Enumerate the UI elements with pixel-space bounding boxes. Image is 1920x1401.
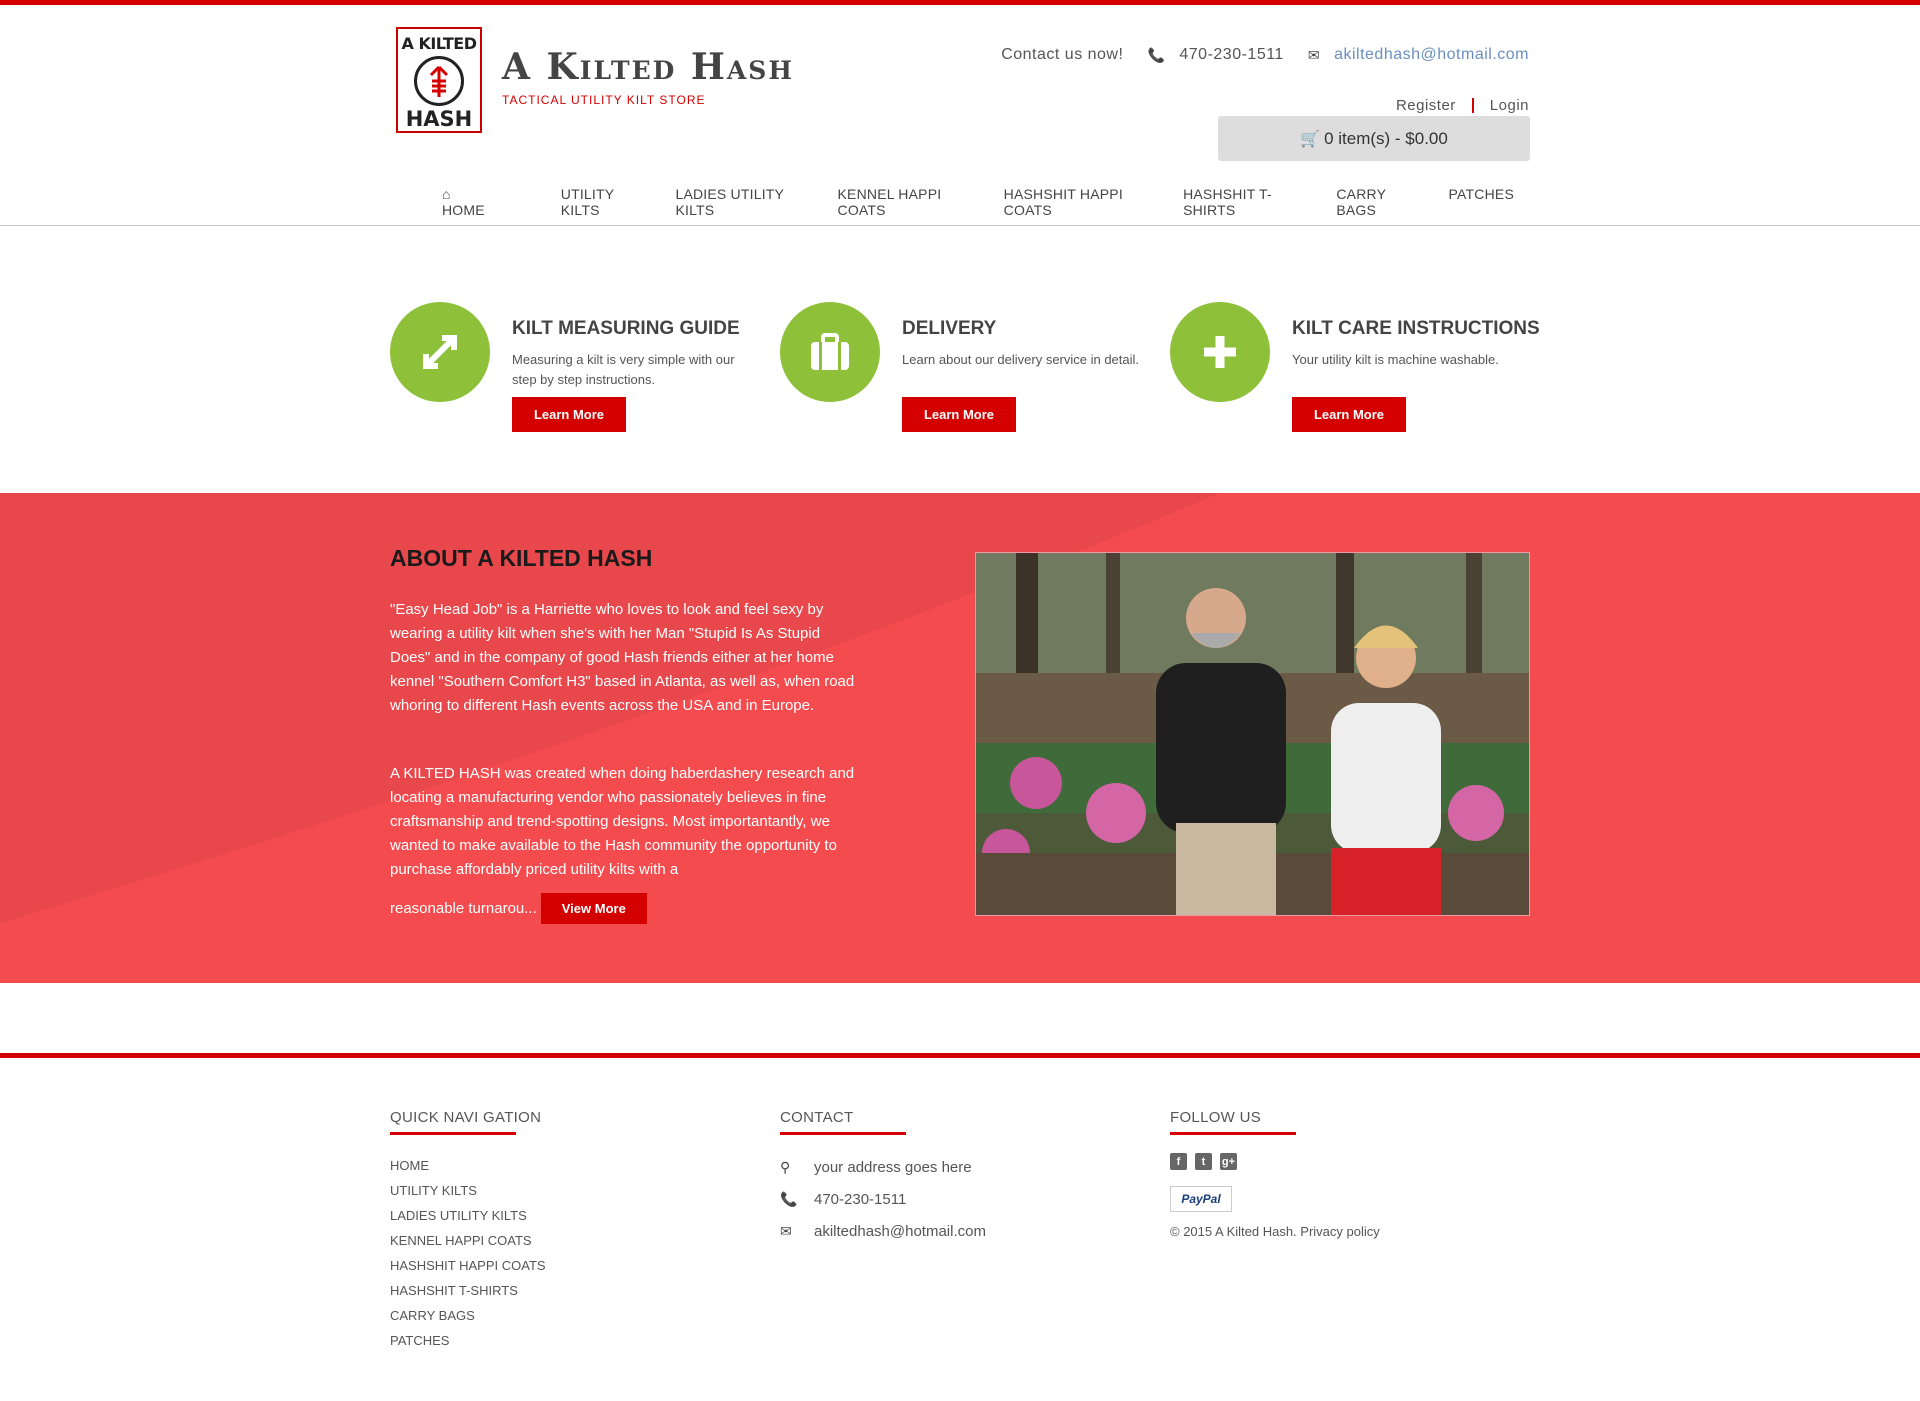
footer-address: your address goes here bbox=[814, 1158, 972, 1176]
envelope-icon: ✉ bbox=[1307, 46, 1321, 63]
logo-emblem-icon bbox=[414, 56, 464, 106]
learn-more-button[interactable]: Learn More bbox=[512, 397, 626, 432]
footer-email[interactable]: akiltedhash@hotmail.com bbox=[814, 1223, 986, 1240]
home-icon: ⌂ bbox=[442, 186, 451, 202]
nav-item-patches[interactable]: PATCHES bbox=[1433, 186, 1530, 218]
footer-heading: CONTACT bbox=[780, 1109, 854, 1126]
site-logo[interactable]: A KILTED HASH bbox=[396, 27, 482, 133]
copyright: © 2015 A Kilted Hash. Privacy policy bbox=[1170, 1224, 1380, 1239]
nav-item-carry-bags[interactable]: CARRY BAGS bbox=[1320, 186, 1432, 218]
footer-phone-row: 📞 470-230-1511 bbox=[780, 1183, 986, 1215]
learn-more-button[interactable]: Learn More bbox=[902, 397, 1016, 432]
feature-text: Your utility kilt is machine washable. bbox=[1292, 352, 1499, 367]
account-separator bbox=[1471, 98, 1474, 113]
footer-heading-underline bbox=[1170, 1132, 1296, 1135]
contact-label: Contact us now! bbox=[1001, 46, 1124, 63]
phone-icon: 📞 bbox=[1147, 46, 1166, 63]
feature-title: DELIVERY bbox=[902, 318, 997, 339]
footer-follow-us: FOLLOW US f t g+ PayPal © 2015 A Kilted … bbox=[1170, 1109, 1380, 1239]
view-more-button[interactable]: View More bbox=[540, 893, 647, 924]
feature-measuring-guide: KILT MEASURING GUIDE Measuring a kilt is… bbox=[390, 302, 780, 432]
footer-link-home[interactable]: HOME bbox=[390, 1153, 546, 1178]
cart-summary: 0 item(s) - $0.00 bbox=[1324, 128, 1448, 148]
nav-item-label: HOME bbox=[442, 202, 485, 218]
social-links: f t g+ bbox=[1170, 1153, 1380, 1170]
brand-name[interactable]: A Kilted Hash bbox=[502, 46, 794, 88]
learn-more-button[interactable]: Learn More bbox=[1292, 397, 1406, 432]
footer-heading: QUICK NAVI GATION bbox=[390, 1109, 542, 1126]
shopping-cart-icon: 🛒 bbox=[1300, 130, 1321, 148]
plus-icon bbox=[1170, 302, 1270, 402]
login-link[interactable]: Login bbox=[1490, 97, 1529, 114]
background-shade bbox=[0, 493, 1220, 923]
feature-title: KILT CARE INSTRUCTIONS bbox=[1292, 318, 1540, 339]
about-paragraph-1: "Easy Head Job" is a Harriette who loves… bbox=[390, 601, 855, 714]
nav-item-ladies-utility-kilts[interactable]: LADIES UTILITY KILTS bbox=[659, 186, 821, 218]
main-nav: ⌂ HOME UTILITY KILTS LADIES UTILITY KILT… bbox=[410, 186, 1530, 218]
feature-delivery: DELIVERY Learn about our delivery servic… bbox=[780, 302, 1170, 432]
top-accent-bar bbox=[0, 0, 1920, 5]
google-plus-icon[interactable]: g+ bbox=[1220, 1153, 1237, 1170]
footer-link-ladies-utility-kilts[interactable]: LADIES UTILITY KILTS bbox=[390, 1203, 546, 1228]
about-section: ABOUT A KILTED HASH "Easy Head Job" is a… bbox=[0, 493, 1920, 983]
nav-item-home[interactable]: ⌂ HOME bbox=[410, 186, 545, 218]
register-link[interactable]: Register bbox=[1396, 97, 1456, 114]
footer-link-carry-bags[interactable]: CARRY BAGS bbox=[390, 1303, 546, 1328]
footer-link-kennel-happi-coats[interactable]: KENNEL HAPPI COATS bbox=[390, 1228, 546, 1253]
footer-link-utility-kilts[interactable]: UTILITY KILTS bbox=[390, 1178, 546, 1203]
about-title: ABOUT A KILTED HASH bbox=[390, 545, 653, 571]
nav-item-hashshit-happi-coats[interactable]: HASHSHIT HAPPI COATS bbox=[988, 186, 1167, 218]
facebook-icon[interactable]: f bbox=[1170, 1153, 1187, 1170]
about-more-row: reasonable turnarou... View More bbox=[390, 893, 647, 924]
footer-link-hashshit-t-shirts[interactable]: HASHSHIT T-SHIRTS bbox=[390, 1278, 546, 1303]
feature-text: Learn about our delivery service in deta… bbox=[902, 352, 1140, 367]
about-paragraph-end: reasonable turnarou... bbox=[390, 900, 537, 917]
feature-title: KILT MEASURING GUIDE bbox=[512, 318, 740, 339]
footer-link-hashshit-happi-coats[interactable]: HASHSHIT HAPPI COATS bbox=[390, 1253, 546, 1278]
footer-quick-navigation: QUICK NAVI GATION HOME UTILITY KILTS LAD… bbox=[390, 1109, 546, 1353]
map-marker-icon: ⚲ bbox=[780, 1158, 791, 1175]
logo-text-top: A KILTED bbox=[401, 34, 477, 53]
footer-link-patches[interactable]: PATCHES bbox=[390, 1328, 546, 1353]
envelope-icon: ✉ bbox=[780, 1222, 792, 1239]
paypal-badge: PayPal bbox=[1170, 1186, 1232, 1212]
header-phone[interactable]: 470-230-1511 bbox=[1179, 46, 1283, 64]
nav-item-kennel-happi-coats[interactable]: KENNEL HAPPI COATS bbox=[822, 186, 988, 218]
arrows-expand-icon bbox=[390, 302, 490, 402]
nav-item-utility-kilts[interactable]: UTILITY KILTS bbox=[545, 186, 660, 218]
about-photo bbox=[975, 552, 1530, 916]
footer-heading-underline bbox=[780, 1132, 906, 1135]
footer-address-row: ⚲ your address goes here bbox=[780, 1151, 986, 1183]
footer-contact-list: ⚲ your address goes here 📞 470-230-1511 … bbox=[780, 1151, 986, 1247]
footer-link-list: HOME UTILITY KILTS LADIES UTILITY KILTS … bbox=[390, 1153, 546, 1353]
about-paragraph-2: A KILTED HASH was created when doing hab… bbox=[390, 765, 855, 878]
feature-kilt-care: KILT CARE INSTRUCTIONS Your utility kilt… bbox=[1170, 302, 1560, 432]
footer-heading-underline bbox=[390, 1132, 516, 1135]
header-email-link[interactable]: akiltedhash@hotmail.com bbox=[1334, 46, 1529, 64]
footer-accent-bar bbox=[0, 1053, 1920, 1058]
phone-icon: 📞 bbox=[780, 1190, 798, 1207]
briefcase-icon bbox=[780, 302, 880, 402]
footer-email-row: ✉ akiltedhash@hotmail.com bbox=[780, 1215, 986, 1247]
feature-text: Measuring a kilt is very simple with our… bbox=[512, 352, 735, 387]
logo-text-bottom: HASH bbox=[405, 107, 473, 131]
footer-contact: CONTACT ⚲ your address goes here 📞 470-2… bbox=[780, 1109, 986, 1247]
footer-heading: FOLLOW US bbox=[1170, 1109, 1262, 1126]
nav-item-hashshit-t-shirts[interactable]: HASHSHIT T-SHIRTS bbox=[1167, 186, 1320, 218]
footer-phone[interactable]: 470-230-1511 bbox=[814, 1191, 906, 1208]
brand-tagline: TACTICAL UTILITY KILT STORE bbox=[502, 93, 706, 107]
account-links: Register Login bbox=[1396, 97, 1529, 114]
header-contact: Contact us now! 📞 470-230-1511 ✉ akilted… bbox=[1001, 46, 1529, 64]
twitter-icon[interactable]: t bbox=[1195, 1153, 1212, 1170]
cart-button[interactable]: 🛒 0 item(s) - $0.00 bbox=[1218, 116, 1530, 161]
nav-divider bbox=[0, 225, 1920, 226]
